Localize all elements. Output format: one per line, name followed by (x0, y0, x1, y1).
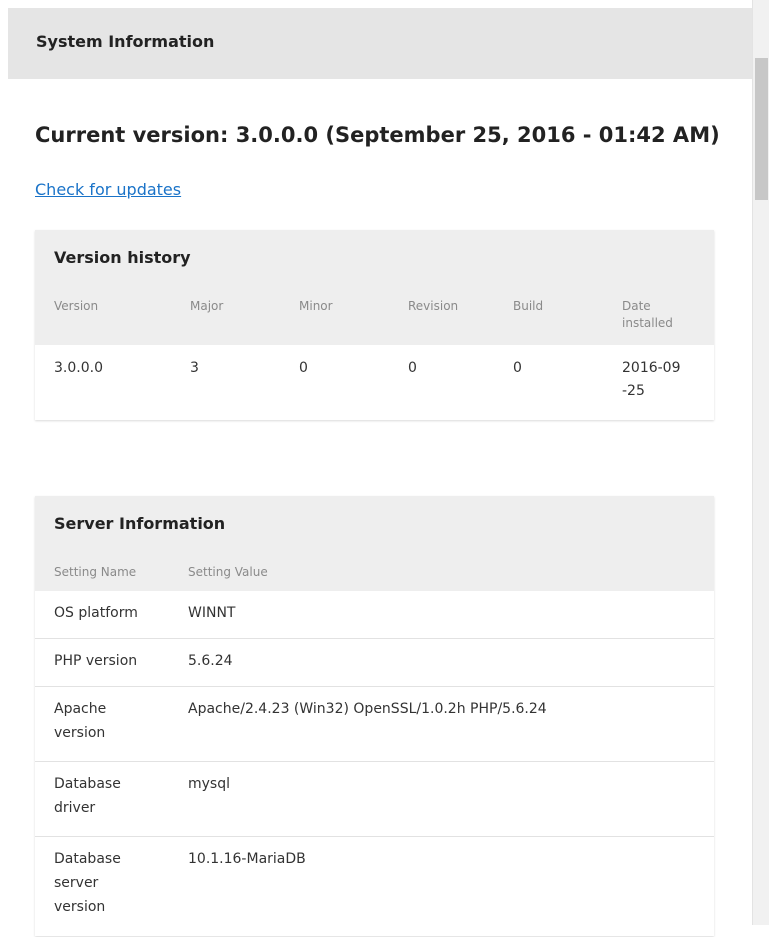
column-header-minor: Minor (299, 299, 333, 313)
column-header-setting-name: Setting Name (54, 565, 137, 579)
vertical-scrollbar[interactable] (752, 0, 769, 925)
column-header-version: Version (54, 299, 99, 313)
column-header-build: Build (513, 299, 544, 313)
page-header: System Information (8, 8, 752, 79)
column-header-revision: Revision (408, 299, 459, 313)
check-for-updates-link[interactable]: Check for updates (35, 180, 181, 199)
cell-date-installed: 2016-09-25 (622, 360, 681, 399)
setting-name: Apache version (54, 701, 107, 741)
table-row: PHP version 5.6.24 (35, 639, 714, 687)
cell-revision: 0 (408, 360, 417, 376)
setting-value: 5.6.24 (188, 653, 233, 669)
version-history-panel: Version history Version Major Minor Revi… (35, 230, 714, 420)
cell-version: 3.0.0.0 (54, 360, 103, 376)
column-header-date-installed: Date installed (622, 299, 673, 330)
page-title: System Information (36, 32, 215, 51)
scrollbar-thumb[interactable] (755, 58, 768, 200)
column-header-major: Major (190, 299, 224, 313)
cell-minor: 0 (299, 360, 308, 376)
setting-name: Database driver (54, 776, 121, 816)
cell-build: 0 (513, 360, 522, 376)
server-information-title: Server Information (54, 514, 226, 533)
version-history-title: Version history (54, 248, 191, 267)
server-information-header: Server Information Setting Name Setting … (35, 496, 714, 591)
table-row: Apache version Apache/2.4.23 (Win32) Ope… (35, 687, 714, 762)
table-row: OS platform WINNT (35, 591, 714, 639)
setting-value: Apache/2.4.23 (Win32) OpenSSL/1.0.2h PHP… (188, 701, 547, 717)
column-header-setting-value: Setting Value (188, 565, 268, 579)
table-row: Database driver mysql (35, 762, 714, 837)
current-version-heading: Current version: 3.0.0.0 (September 25, … (35, 123, 720, 147)
version-history-header: Version history Version Major Minor Revi… (35, 230, 714, 345)
table-row: Database server version 10.1.16-MariaDB (35, 837, 714, 937)
setting-value: WINNT (188, 605, 236, 621)
server-information-panel: Server Information Setting Name Setting … (35, 496, 714, 936)
setting-name: Database server version (54, 851, 121, 915)
setting-value: mysql (188, 776, 230, 792)
setting-name: OS platform (54, 605, 138, 621)
setting-name: PHP version (54, 653, 138, 669)
setting-value: 10.1.16-MariaDB (188, 851, 306, 867)
cell-major: 3 (190, 360, 199, 376)
